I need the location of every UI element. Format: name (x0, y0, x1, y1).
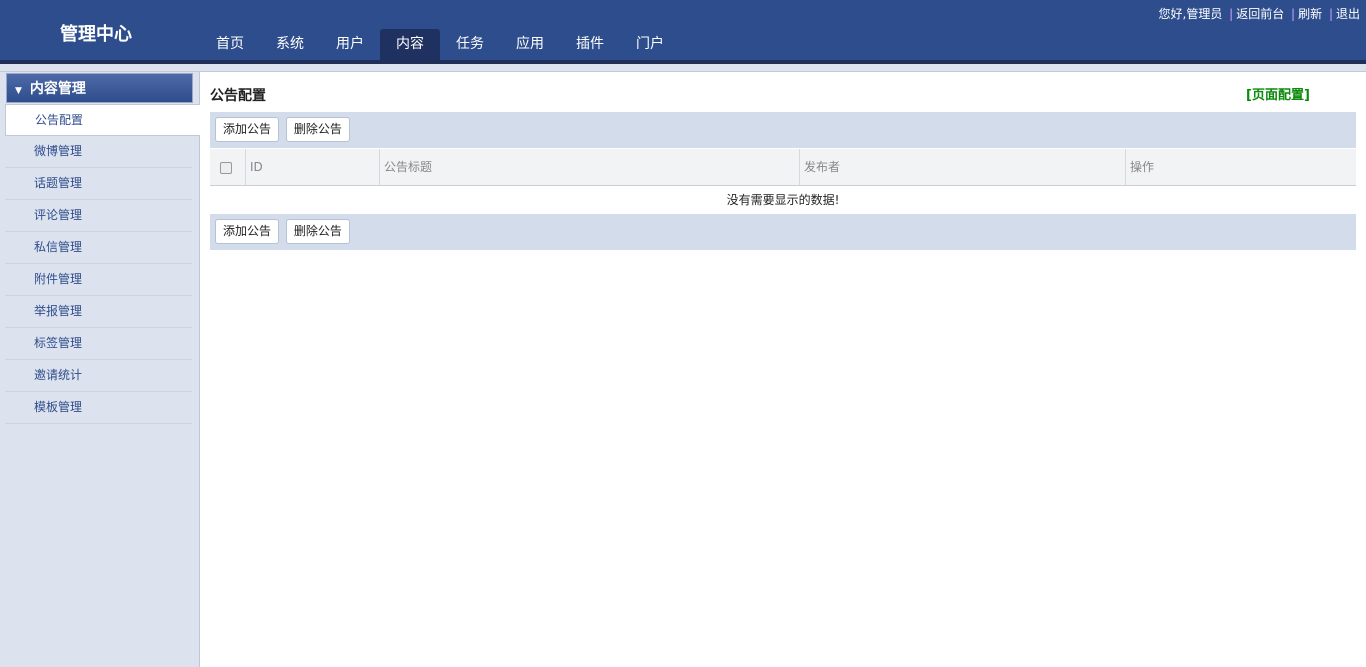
bottom-toolbar: 添加公告 删除公告 (210, 214, 1356, 250)
sidebar-item-tag[interactable]: 标签管理 (5, 328, 192, 360)
header-strip (0, 64, 1366, 72)
sidebar-item-message[interactable]: 私信管理 (5, 232, 192, 264)
table-header: ID 公告标题 发布者 操作 (210, 149, 1356, 186)
add-announcement-button-bottom[interactable]: 添加公告 (215, 219, 280, 244)
nav-user[interactable]: 用户 (320, 29, 380, 60)
greeting: 您好,管理员 (1158, 7, 1223, 21)
column-actions: 操作 (1125, 149, 1356, 185)
sidebar-item-invite[interactable]: 邀请统计 (5, 360, 192, 392)
sidebar-item-announcement[interactable]: 公告配置 (5, 104, 200, 136)
sidebar: ▼ 内容管理 公告配置 微博管理 话题管理 评论管理 私信管理 附件管理 举报管理… (0, 72, 200, 667)
nav-app[interactable]: 应用 (500, 29, 560, 60)
main-nav: 首页 系统 用户 内容 任务 应用 插件 门户 (200, 29, 680, 60)
column-title: 公告标题 (379, 149, 799, 185)
select-all-cell (210, 149, 245, 185)
empty-message: 没有需要显示的数据! (726, 193, 840, 207)
column-publisher: 发布者 (799, 149, 1125, 185)
nav-portal[interactable]: 门户 (620, 29, 680, 60)
sidebar-title: 内容管理 (29, 81, 86, 97)
nav-task[interactable]: 任务 (440, 29, 500, 60)
top-toolbar: 添加公告 删除公告 (210, 112, 1356, 148)
delete-announcement-button-bottom[interactable]: 删除公告 (285, 219, 350, 244)
select-all-checkbox[interactable] (220, 161, 232, 174)
nav-system[interactable]: 系统 (260, 29, 320, 60)
page-title: 公告配置 (210, 88, 266, 104)
sidebar-item-weibo[interactable]: 微博管理 (5, 136, 192, 168)
back-to-front-link[interactable]: 返回前台 (1236, 7, 1284, 21)
refresh-link[interactable]: 刷新 (1298, 7, 1322, 21)
add-announcement-button[interactable]: 添加公告 (215, 117, 280, 142)
delete-announcement-button[interactable]: 删除公告 (285, 117, 350, 142)
caret-down-icon: ▼ (15, 86, 22, 96)
nav-home[interactable]: 首页 (200, 29, 260, 60)
sidebar-item-comment[interactable]: 评论管理 (5, 200, 192, 232)
sidebar-item-attachment[interactable]: 附件管理 (5, 264, 192, 296)
user-links: 您好,管理员 | 返回前台 | 刷新 | 退出 (1158, 7, 1361, 21)
main-content: 公告配置 [页面配置] 添加公告 删除公告 ID 公告标题 发布者 操作 没有需… (200, 73, 1366, 667)
sidebar-item-report[interactable]: 举报管理 (5, 296, 192, 328)
logout-link[interactable]: 退出 (1336, 7, 1360, 21)
nav-plugin[interactable]: 插件 (560, 29, 620, 60)
sidebar-item-topic[interactable]: 话题管理 (5, 168, 192, 200)
top-header: 管理中心 首页 系统 用户 内容 任务 应用 插件 门户 您好,管理员 | 返回前… (0, 0, 1366, 60)
sidebar-header[interactable]: ▼ 内容管理 (6, 73, 193, 103)
page-config-link[interactable]: [页面配置] (1246, 84, 1310, 103)
logo: 管理中心 (60, 24, 132, 45)
sidebar-item-template[interactable]: 模板管理 (5, 392, 192, 424)
nav-content[interactable]: 内容 (380, 29, 440, 60)
column-id: ID (245, 149, 379, 185)
